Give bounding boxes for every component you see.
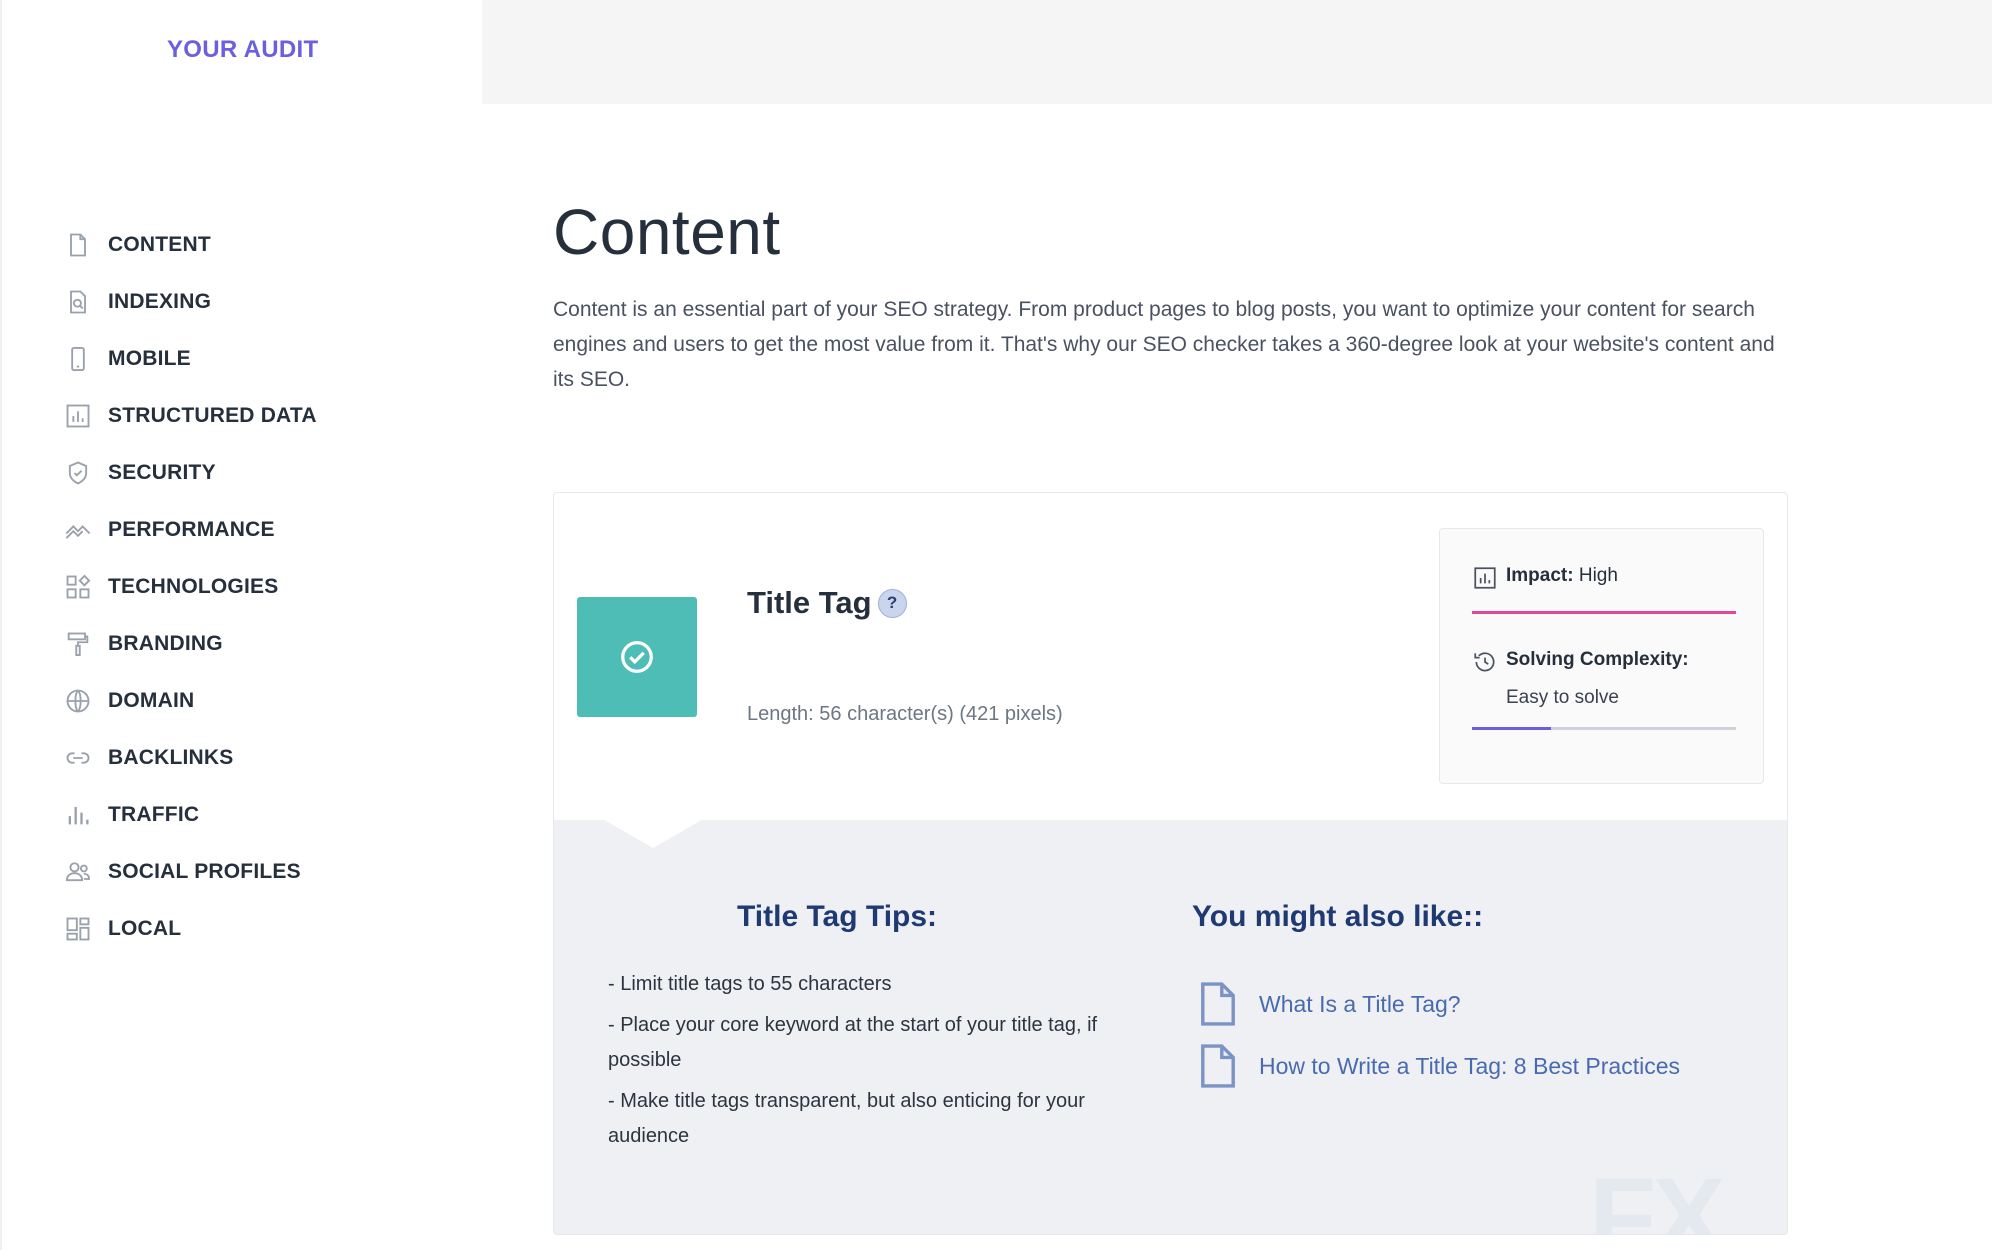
sidebar-item-mobile[interactable]: MOBILE (62, 330, 317, 387)
sidebar-item-performance[interactable]: PERFORMANCE (62, 501, 317, 558)
sidebar-item-label: LOCAL (108, 916, 182, 940)
sidebar-item-label: PERFORMANCE (108, 517, 275, 541)
complexity-bar-fill (1472, 727, 1552, 730)
related-link[interactable]: What Is a Title Tag? (1259, 991, 1461, 1018)
complexity-row: Solving Complexity: (1472, 649, 1689, 675)
page-title: Content (553, 196, 781, 268)
main-content: Content Content is an essential part of … (553, 200, 1793, 418)
help-icon[interactable]: ? (877, 588, 907, 618)
paint-roller-icon (62, 628, 94, 660)
tip-item: - Make title tags transparent, but also … (608, 1090, 1085, 1147)
page-description: Content is an essential part of your SEO… (553, 298, 1775, 391)
document-icon (1201, 982, 1235, 1026)
audit-title[interactable]: YOUR AUDIT (167, 36, 318, 64)
related-link[interactable]: How to Write a Title Tag: 8 Best Practic… (1259, 1053, 1680, 1080)
document-icon (62, 229, 94, 261)
sidebar-item-label: BRANDING (108, 631, 223, 655)
sidebar-item-structured-data[interactable]: STRUCTURED DATA (62, 387, 317, 444)
sidebar-item-backlinks[interactable]: BACKLINKS (62, 729, 317, 786)
tip-item: - Limit title tags to 55 characters (608, 973, 892, 995)
complexity-value: Easy to solve (1506, 687, 1619, 708)
sidebar-item-label: SECURITY (108, 460, 216, 484)
check-circle-icon (621, 641, 653, 673)
related-list: What Is a Title Tag? How to Write a Titl… (1199, 973, 1680, 1097)
sidebar-item-label: BACKLINKS (108, 745, 234, 769)
related-link-item[interactable]: What Is a Title Tag? (1199, 973, 1680, 1035)
panel-notch (601, 818, 705, 848)
sidebar-item-local[interactable]: LOCAL (62, 900, 317, 957)
sidebar-item-label: STRUCTURED DATA (108, 403, 317, 427)
complexity-label: Solving Complexity: (1506, 649, 1689, 670)
title-tag-card: Title Tag ? Length: 56 character(s) (421… (553, 492, 1788, 1235)
top-bar (482, 0, 1992, 104)
tip-item: - Place your core keyword at the start o… (608, 1014, 1098, 1071)
globe-icon (62, 685, 94, 717)
sidebar-item-traffic[interactable]: TRAFFIC (62, 786, 317, 843)
sidebar-item-label: MOBILE (108, 346, 191, 370)
sidebar-item-label: CONTENT (108, 232, 211, 256)
traffic-bars-icon (62, 799, 94, 831)
sidebar-item-social-profiles[interactable]: SOCIAL PROFILES (62, 843, 317, 900)
bar-chart-icon (1474, 567, 1496, 589)
sidebar-item-domain[interactable]: DOMAIN (62, 672, 317, 729)
impact-bar-fill (1472, 611, 1736, 614)
tips-list: - Limit title tags to 55 characters - Pl… (608, 967, 1138, 1160)
sidebar-item-label: TECHNOLOGIES (108, 574, 279, 598)
sidebar-item-label: DOMAIN (108, 688, 195, 712)
search-document-icon (62, 286, 94, 318)
sidebar-item-content[interactable]: CONTENT (62, 216, 317, 273)
check-title-text: Title Tag (747, 585, 872, 620)
meta-box: Impact: High Solving Complexity: Easy to… (1439, 528, 1764, 784)
bar-chart-icon (62, 400, 94, 432)
impact-bar (1472, 611, 1736, 614)
sidebar-nav: CONTENT INDEXING MOBILE STRUCTURED DATA … (62, 216, 317, 957)
sidebar-item-label: SOCIAL PROFILES (108, 859, 301, 883)
impact-value: High (1578, 565, 1618, 586)
related-link-item[interactable]: How to Write a Title Tag: 8 Best Practic… (1199, 1035, 1680, 1097)
watermark-logo: FX (1589, 1156, 1726, 1235)
sidebar-item-label: INDEXING (108, 289, 212, 313)
sidebar-item-label: TRAFFIC (108, 802, 200, 826)
history-icon (1474, 652, 1495, 672)
complexity-bar (1472, 727, 1736, 730)
status-tile (577, 597, 697, 717)
shield-check-icon (62, 457, 94, 489)
dashboard-icon (62, 913, 94, 945)
tips-heading: Title Tag Tips: (737, 900, 938, 933)
trend-icon (62, 514, 94, 546)
impact-label: Impact: (1506, 565, 1574, 586)
title-length: Length: 56 character(s) (421 pixels) (747, 703, 1063, 725)
impact-row: Impact: High (1472, 565, 1618, 591)
link-icon (62, 742, 94, 774)
sidebar-item-technologies[interactable]: TECHNOLOGIES (62, 558, 317, 615)
users-icon (62, 856, 94, 888)
sidebar-item-security[interactable]: SECURITY (62, 444, 317, 501)
sidebar-item-indexing[interactable]: INDEXING (62, 273, 317, 330)
grid-icon (62, 571, 94, 603)
check-title: Title Tag ? (747, 585, 907, 621)
document-icon (1201, 1044, 1235, 1088)
mobile-icon (62, 343, 94, 375)
sidebar-item-branding[interactable]: BRANDING (62, 615, 317, 672)
related-heading: You might also like:: (1192, 900, 1484, 933)
sidebar: YOUR AUDIT CONTENT INDEXING MOBILE STRUC… (0, 0, 482, 1250)
